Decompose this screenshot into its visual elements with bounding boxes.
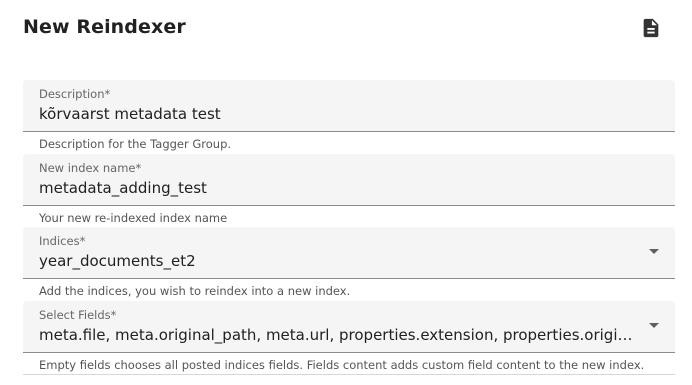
select-fields-select[interactable]: Select Fields* meta.file, meta.original_… [23, 301, 675, 353]
dropdown-arrow-icon[interactable] [649, 249, 659, 254]
description-input[interactable]: kõrvaarst metadata test [39, 105, 635, 123]
new-index-name-label: New index name* [39, 161, 142, 175]
description-hint: Description for the Tagger Group. [39, 137, 232, 151]
dropdown-arrow-icon[interactable] [649, 323, 659, 328]
indices-select[interactable]: Indices* year_documents_et2 [23, 227, 675, 279]
indices-value[interactable]: year_documents_et2 [39, 252, 635, 270]
new-index-name-input[interactable]: metadata_adding_test [39, 179, 635, 197]
document-icon[interactable] [640, 17, 662, 39]
select-fields-label: Select Fields* [39, 308, 117, 322]
select-fields-value[interactable]: meta.file, meta.original_path, meta.url,… [39, 326, 635, 344]
new-index-name-field[interactable]: New index name* metadata_adding_test [23, 154, 675, 206]
description-field[interactable]: Description* kõrvaarst metadata test [23, 80, 675, 132]
select-fields-hint: Empty fields chooses all posted indices … [39, 358, 645, 372]
new-index-name-hint: Your new re-indexed index name [39, 211, 228, 225]
description-label: Description* [39, 87, 111, 101]
indices-hint: Add the indices, you wish to reindex int… [39, 284, 351, 298]
dialog-title: New Reindexer [23, 16, 186, 38]
indices-label: Indices* [39, 234, 86, 248]
